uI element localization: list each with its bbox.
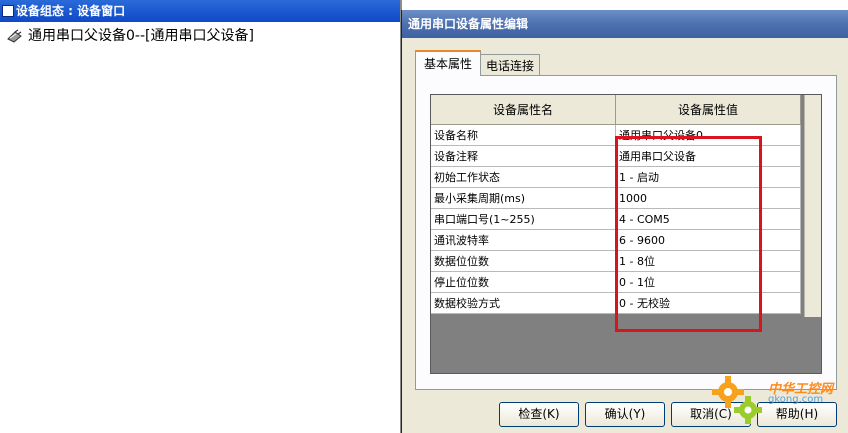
dialog-title: 通用串口设备属性编辑 bbox=[408, 17, 529, 31]
property-value[interactable]: 0 - 无校验 bbox=[616, 293, 801, 314]
watermark: 中华工控网 gkong.com bbox=[708, 372, 848, 433]
table-row[interactable]: 串口端口号(1~255) 4 - COM5 bbox=[431, 209, 801, 230]
property-value[interactable]: 6 - 9600 bbox=[616, 230, 801, 251]
device-plug-icon bbox=[7, 29, 22, 43]
table-row[interactable]: 通讯波特率 6 - 9600 bbox=[431, 230, 801, 251]
tree-item-device[interactable]: 通用串口父设备0--[通用串口父设备] bbox=[6, 26, 254, 46]
property-name: 数据位位数 bbox=[431, 251, 616, 272]
property-value[interactable]: 通用串口父设备0 bbox=[616, 125, 801, 146]
property-name: 停止位位数 bbox=[431, 272, 616, 293]
device-window: 设备组态 : 设备窗口 通用串口父设备0--[通用串口父设备] bbox=[0, 0, 400, 433]
window-icon bbox=[2, 5, 14, 17]
property-name: 最小采集周期(ms) bbox=[431, 188, 616, 209]
property-value[interactable]: 1000 bbox=[616, 188, 801, 209]
tree-item-label: 通用串口父设备0--[通用串口父设备] bbox=[28, 28, 254, 44]
device-window-title: 设备组态 : 设备窗口 bbox=[16, 4, 126, 18]
dialog-titlebar[interactable]: 通用串口设备属性编辑 bbox=[402, 10, 848, 38]
property-dialog: 通用串口设备属性编辑 基本属性 电话连接 设备属性名 设备属性值 设备名称 通用… bbox=[401, 10, 848, 433]
check-button[interactable]: 检查(K) bbox=[499, 402, 579, 427]
tab-phone-connection[interactable]: 电话连接 bbox=[480, 54, 540, 76]
table-row[interactable]: 最小采集周期(ms) 1000 bbox=[431, 188, 801, 209]
table-row[interactable]: 数据位位数 1 - 8位 bbox=[431, 251, 801, 272]
property-value[interactable]: 通用串口父设备 bbox=[616, 146, 801, 167]
property-value[interactable]: 1 - 8位 bbox=[616, 251, 801, 272]
property-value[interactable]: 0 - 1位 bbox=[616, 272, 801, 293]
property-name: 设备注释 bbox=[431, 146, 616, 167]
watermark-url: gkong.com bbox=[768, 394, 824, 405]
grid-header-name[interactable]: 设备属性名 bbox=[431, 95, 616, 125]
table-row[interactable]: 设备注释 通用串口父设备 bbox=[431, 146, 801, 167]
grid-scrollbar[interactable] bbox=[804, 95, 821, 317]
table-row[interactable]: 停止位位数 0 - 1位 bbox=[431, 272, 801, 293]
property-name: 串口端口号(1~255) bbox=[431, 209, 616, 230]
property-value[interactable]: 4 - COM5 bbox=[616, 209, 801, 230]
tab-basic-properties[interactable]: 基本属性 bbox=[415, 50, 481, 76]
property-name: 设备名称 bbox=[431, 125, 616, 146]
property-name: 初始工作状态 bbox=[431, 167, 616, 188]
property-name: 数据校验方式 bbox=[431, 293, 616, 314]
table-row[interactable]: 初始工作状态 1 - 启动 bbox=[431, 167, 801, 188]
grid-header-value[interactable]: 设备属性值 bbox=[616, 95, 801, 125]
property-name: 通讯波特率 bbox=[431, 230, 616, 251]
property-value[interactable]: 1 - 启动 bbox=[616, 167, 801, 188]
table-row[interactable]: 设备名称 通用串口父设备0 bbox=[431, 125, 801, 146]
table-row[interactable]: 数据校验方式 0 - 无校验 bbox=[431, 293, 801, 314]
device-window-titlebar[interactable]: 设备组态 : 设备窗口 bbox=[0, 0, 400, 22]
property-grid: 设备属性名 设备属性值 设备名称 通用串口父设备0 设备注释 通用串口父设备 初… bbox=[430, 94, 822, 374]
gear-logo-icon bbox=[712, 376, 762, 424]
confirm-button[interactable]: 确认(Y) bbox=[585, 402, 665, 427]
